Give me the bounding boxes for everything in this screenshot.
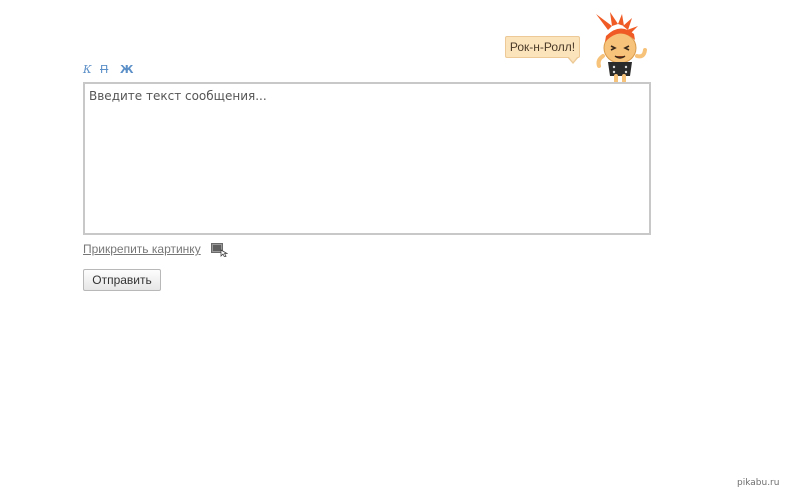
attach-image-link[interactable]: Прикрепить картинку xyxy=(83,242,201,256)
site-watermark: pikabu.ru xyxy=(737,478,780,488)
attach-image-icon[interactable] xyxy=(211,243,228,257)
strikethrough-button[interactable]: П xyxy=(100,63,108,77)
bold-button[interactable]: Ж xyxy=(120,63,133,77)
mascot-speech-bubble: Рок-н-Ролл! xyxy=(505,36,580,58)
speech-bubble-tail xyxy=(567,56,579,64)
submit-button[interactable]: Отправить xyxy=(83,269,161,291)
message-textarea[interactable] xyxy=(83,82,651,235)
italic-button[interactable]: К xyxy=(83,63,92,77)
